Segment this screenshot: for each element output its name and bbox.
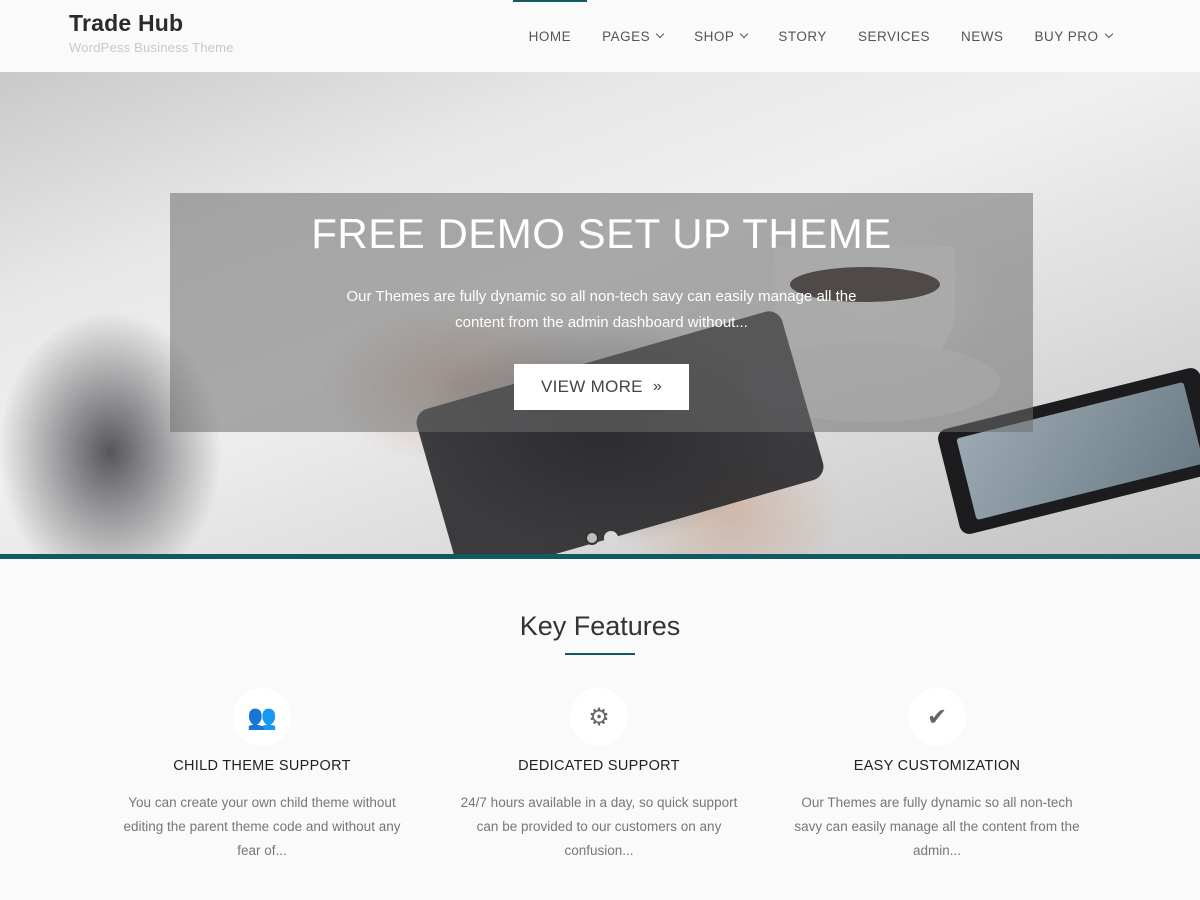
- site-header: Trade Hub WordPess Business Theme HOME P…: [0, 0, 1200, 72]
- nav-item-shop[interactable]: SHOP: [679, 0, 763, 72]
- nav-item-label: BUY PRO: [1034, 28, 1099, 44]
- chevron-down-icon: [740, 29, 749, 39]
- site-title[interactable]: Trade Hub: [69, 10, 234, 37]
- nav-item-services[interactable]: SERVICES: [842, 0, 945, 72]
- nav-item-story[interactable]: STORY: [763, 0, 843, 72]
- feature-description: You can create your own child theme with…: [123, 795, 401, 858]
- site-tagline: WordPess Business Theme: [69, 40, 234, 55]
- feature-title[interactable]: CHILD THEME SUPPORT: [92, 758, 432, 774]
- section-title: Key Features: [519, 611, 681, 641]
- nav-item-buy-pro[interactable]: BUY PRO: [1019, 0, 1127, 72]
- double-chevron-right-icon: »: [652, 378, 663, 395]
- users-icon: 👥: [233, 688, 291, 746]
- chevron-down-icon: [655, 29, 665, 39]
- site-branding: Trade Hub WordPess Business Theme: [69, 10, 234, 55]
- feature-item: ⚙ DEDICATED SUPPORT 24/7 hours available…: [429, 688, 769, 863]
- nav-item-label: SERVICES: [857, 28, 930, 44]
- slider-pagination: [585, 531, 618, 545]
- section-title-underline: [565, 653, 635, 655]
- nav-item-label: STORY: [778, 28, 827, 44]
- nav-item-label: PAGES: [602, 28, 651, 44]
- slider-dot-1[interactable]: [585, 531, 599, 545]
- chevron-down-icon: [1104, 29, 1113, 39]
- checkmark-icon: ✔: [908, 688, 966, 746]
- view-more-label: VIEW MORE: [540, 377, 643, 396]
- hero-description: Our Themes are fully dynamic so all non-…: [346, 288, 857, 331]
- feature-item: 👥 CHILD THEME SUPPORT You can create you…: [92, 688, 432, 863]
- nav-item-label: HOME: [528, 28, 572, 44]
- feature-item: ✔ EASY CUSTOMIZATION Our Themes are full…: [767, 688, 1107, 863]
- main-navigation: HOME PAGES SHOP STORY SERVICES NEWS BUY …: [513, 0, 1200, 72]
- view-more-button[interactable]: VIEW MORE »: [514, 364, 689, 410]
- feature-description: Our Themes are fully dynamic so all non-…: [794, 795, 1080, 858]
- nav-item-home[interactable]: HOME: [513, 0, 587, 72]
- gear-icon: ⚙: [570, 688, 628, 746]
- hero-divider: [0, 554, 1200, 559]
- nav-item-pages[interactable]: PAGES: [587, 0, 679, 72]
- nav-item-news[interactable]: NEWS: [945, 0, 1019, 72]
- slider-dot-2[interactable]: [604, 531, 618, 545]
- hero-title: FREE DEMO SET UP THEME: [311, 210, 892, 257]
- feature-title[interactable]: EASY CUSTOMIZATION: [767, 758, 1107, 774]
- hero-slider: FREE DEMO SET UP THEME Our Themes are fu…: [0, 72, 1200, 555]
- nav-item-label: SHOP: [694, 28, 735, 44]
- hero-caption: FREE DEMO SET UP THEME Our Themes are fu…: [170, 193, 1033, 432]
- feature-title[interactable]: DEDICATED SUPPORT: [429, 758, 769, 774]
- feature-description: 24/7 hours available in a day, so quick …: [460, 795, 738, 858]
- nav-item-label: NEWS: [960, 28, 1004, 44]
